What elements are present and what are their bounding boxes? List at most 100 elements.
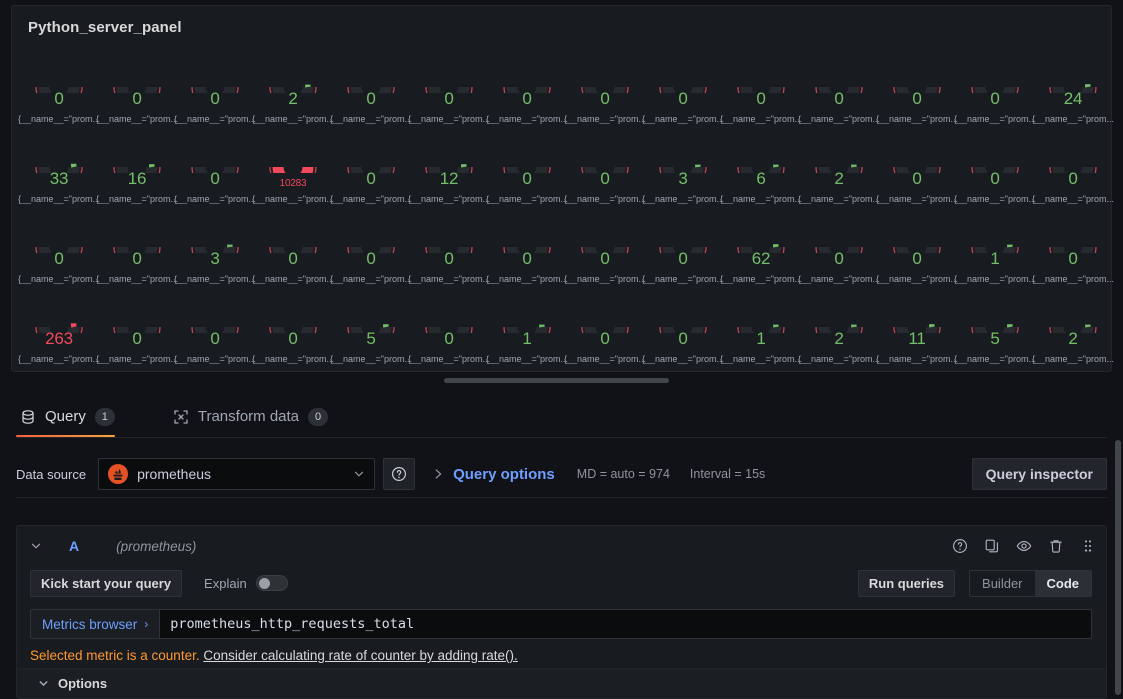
gauge-arc (815, 324, 863, 333)
query-ref-id[interactable]: A (69, 538, 79, 554)
gauge-label: {__name__="prom... (18, 194, 100, 204)
gauge-arc (425, 326, 473, 333)
gauge: 0 {__name__="prom... (876, 134, 958, 212)
panel-horizontal-scrollbar[interactable] (444, 378, 669, 383)
mode-builder-option[interactable]: Builder (970, 570, 1035, 596)
gauge-value: 0 (600, 169, 610, 188)
gauge-arc (503, 86, 551, 93)
gauge: 0 {__name__="prom... (564, 294, 646, 372)
gauge-arc (503, 166, 551, 173)
datasource-help-button[interactable] (383, 458, 416, 490)
gauge-label: {__name__="prom... (642, 114, 724, 124)
gauge-label: {__name__="prom... (174, 274, 256, 284)
gauge-label: {__name__="prom... (564, 274, 646, 284)
gauge-value: 0 (522, 89, 532, 108)
tab-transform-data[interactable]: Transform data 0 (169, 396, 340, 437)
gauge-arc (269, 246, 317, 253)
editor-vertical-scrollbar[interactable] (1115, 440, 1121, 695)
gauge-grid: 0 {__name__="prom... 0 {__name__="prom... 0 {… (18, 54, 1114, 366)
gauge-label: {__name__="prom... (96, 194, 178, 204)
gauge-value: 24 (1063, 89, 1083, 108)
gauge-value: 0 (912, 89, 922, 108)
gauge: 0 {__name__="prom... (1032, 214, 1114, 292)
gauge-value: 0 (600, 89, 610, 108)
gauge-value: 0 (366, 89, 376, 108)
kick-start-query-button[interactable]: Kick start your query (30, 569, 183, 597)
gauge-arc (1049, 166, 1097, 173)
explain-toggle[interactable] (255, 575, 288, 591)
metrics-browser-button[interactable]: Metrics browser › (30, 609, 160, 639)
query-expression-row: Metrics browser › prometheus_http_reques… (30, 609, 1092, 639)
gauge-value: 16 (127, 169, 147, 188)
gauge-value: 0 (132, 329, 142, 348)
chevron-down-icon[interactable] (29, 539, 43, 553)
gauge-arc (35, 323, 83, 333)
gauge-label: {__name__="prom... (252, 354, 334, 364)
query-options-section[interactable]: Options (17, 668, 1106, 698)
query-expression-input[interactable]: prometheus_http_requests_total (159, 609, 1092, 639)
chevron-down-icon (39, 681, 48, 686)
gauge-label: {__name__="prom... (564, 354, 646, 364)
gauge: 0 {__name__="prom... (96, 54, 178, 132)
trash-icon[interactable] (1048, 538, 1064, 554)
warning-link[interactable]: Consider calculating rate of counter by … (203, 648, 517, 663)
run-queries-button[interactable]: Run queries (857, 569, 956, 597)
gauge-value: 2 (834, 169, 844, 188)
gauge-label: {__name__="prom... (876, 354, 958, 364)
gauge-value: 0 (1068, 249, 1078, 268)
gauge-value: 0 (678, 329, 688, 348)
query-options-expand-icon[interactable] (431, 467, 445, 481)
gauge-arc (269, 166, 317, 173)
gauge-arc (113, 164, 161, 173)
explain-label: Explain (204, 575, 247, 591)
gauge-label: {__name__="prom... (330, 114, 412, 124)
chevron-down-icon (354, 471, 364, 477)
gauge-value: 0 (1068, 169, 1078, 188)
gauge-value: 0 (444, 249, 454, 268)
gauge-label: {__name__="prom... (798, 354, 880, 364)
gauge-arc (893, 324, 941, 333)
help-circle-icon[interactable] (952, 538, 968, 554)
gauge-arc (269, 326, 317, 333)
gauge-arc (191, 166, 239, 173)
gauge-arc (113, 86, 161, 93)
prometheus-logo (108, 464, 129, 484)
query-inspector-button[interactable]: Query inspector (971, 458, 1107, 490)
gauge-arc (659, 164, 707, 173)
tab-query[interactable]: Query 1 (16, 396, 127, 437)
gauge: 0 {__name__="prom... (408, 294, 490, 372)
gauge-label: {__name__="prom... (564, 114, 646, 124)
gauge-arc (581, 86, 629, 93)
gauge: 0 {__name__="prom... (408, 214, 490, 292)
gauge-arc (191, 326, 239, 333)
gauge: 0 {__name__="prom... (564, 214, 646, 292)
query-options-toggle[interactable]: Query options (453, 466, 555, 483)
gauge-arc (737, 164, 785, 173)
gauge-arc (581, 246, 629, 253)
gauge-arc (347, 166, 395, 173)
gauge: 0 {__name__="prom... (96, 214, 178, 292)
gauge-label: {__name__="prom... (330, 274, 412, 284)
drag-handle-icon[interactable] (1080, 538, 1096, 554)
gauge-value: 0 (912, 249, 922, 268)
gauge-value: 1 (990, 249, 1000, 268)
gauge: 0 {__name__="prom... (174, 54, 256, 132)
gauge-label: {__name__="prom... (174, 114, 256, 124)
eye-icon[interactable] (1016, 538, 1032, 554)
metrics-browser-label: Metrics browser (42, 616, 138, 632)
gauge-value: 11 (908, 329, 926, 348)
gauge: 0 {__name__="prom... (720, 54, 802, 132)
gauge-label: {__name__="prom... (642, 194, 724, 204)
mode-code-option[interactable]: Code (1034, 570, 1091, 596)
datasource-picker[interactable]: prometheus (98, 458, 376, 490)
gauge-arc (191, 244, 239, 253)
gauge-value: 1 (522, 329, 532, 348)
gauge-value: 3 (678, 169, 688, 188)
gauge-value: 263 (45, 329, 73, 348)
gauge-label: {__name__="prom... (720, 354, 802, 364)
gauge-arc (581, 326, 629, 333)
gauge: 2 {__name__="prom... (798, 134, 880, 212)
gauge-value: 0 (990, 169, 1000, 188)
duplicate-icon[interactable] (984, 538, 1000, 554)
gauge: 2 {__name__="prom... (798, 294, 880, 372)
